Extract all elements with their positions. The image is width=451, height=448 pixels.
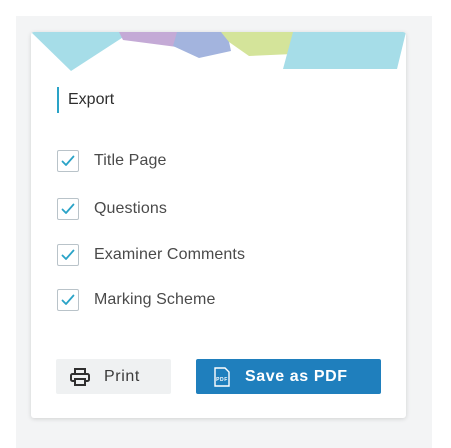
option-marking-scheme[interactable]: Marking Scheme [57, 288, 215, 312]
pdf-file-icon: PDF [214, 366, 230, 387]
option-label: Questions [94, 200, 167, 217]
export-panel: Export Title Page Questions Examiner Com… [31, 32, 406, 418]
option-label: Title Page [94, 152, 167, 169]
check-icon [61, 203, 75, 214]
option-examiner-comments[interactable]: Examiner Comments [57, 243, 245, 267]
checkbox-questions[interactable] [57, 198, 79, 220]
check-icon [61, 249, 75, 260]
dialog-title: Export [57, 87, 114, 113]
option-questions[interactable]: Questions [57, 197, 167, 221]
checkbox-marking-scheme[interactable] [57, 289, 79, 311]
save-as-pdf-button[interactable]: PDF Save as PDF [196, 359, 381, 394]
pdf-icon-text: PDF [216, 377, 228, 383]
banner-shape-right [283, 32, 406, 69]
banner-shape-blue [173, 32, 231, 58]
option-title-page[interactable]: Title Page [57, 149, 166, 173]
check-icon [61, 294, 75, 305]
checkbox-examiner-comments[interactable] [57, 244, 79, 266]
checkbox-title-page[interactable] [57, 150, 79, 172]
check-icon [61, 155, 75, 166]
banner-shape-left [31, 32, 131, 71]
print-button[interactable]: Print [56, 359, 171, 394]
print-button-label: Print [104, 367, 140, 385]
decorative-banner [31, 32, 406, 71]
save-as-pdf-label: Save as PDF [245, 367, 348, 385]
option-label: Marking Scheme [94, 291, 216, 308]
option-label: Examiner Comments [94, 246, 246, 263]
printer-icon [70, 367, 90, 386]
